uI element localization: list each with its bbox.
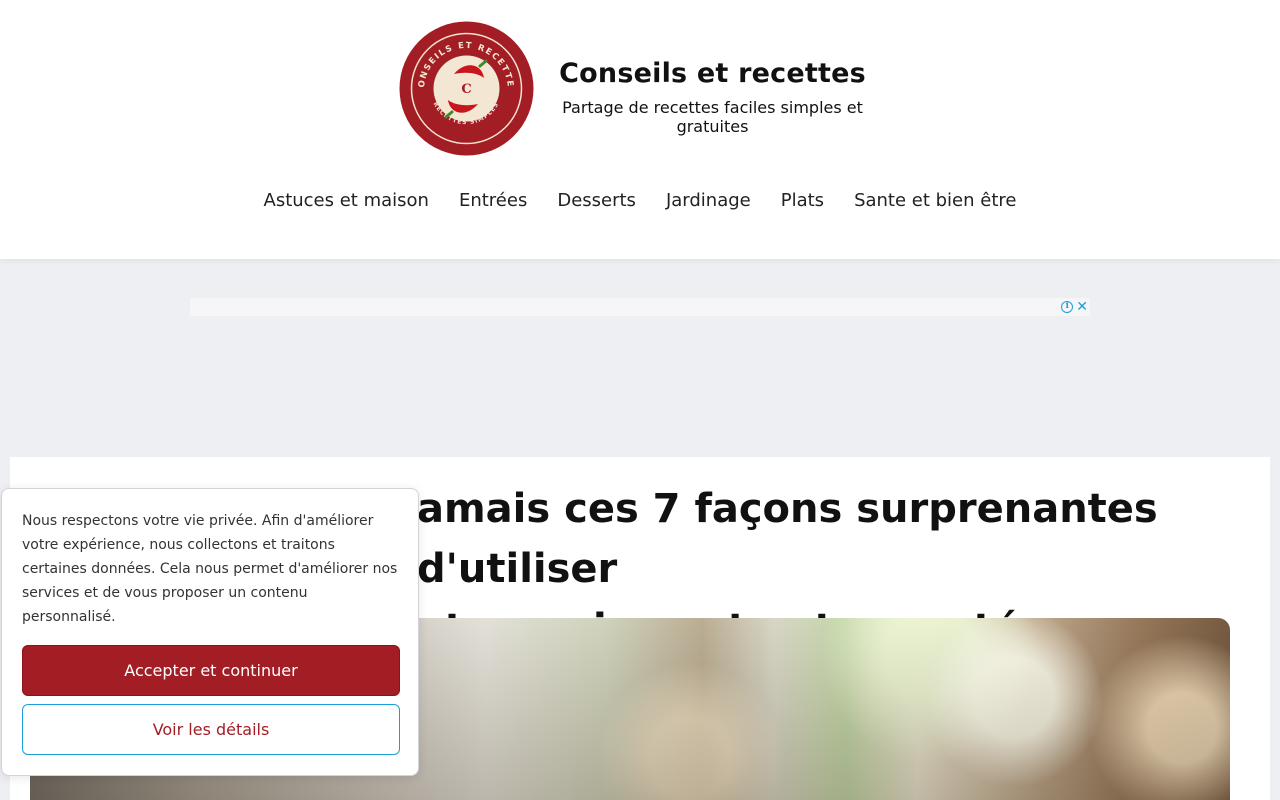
site-title[interactable]: Conseils et recettes: [540, 58, 885, 89]
nav-item-desserts[interactable]: Desserts: [557, 188, 636, 213]
details-button[interactable]: Voir les détails: [22, 704, 400, 755]
cookie-consent-dialog: Nous respectons votre vie privée. Afin d…: [1, 488, 419, 776]
svg-text:C: C: [461, 82, 471, 97]
ad-controls: i ✕: [1061, 298, 1088, 316]
close-icon[interactable]: ✕: [1076, 300, 1088, 314]
chili-pepper-logo-icon: CONSEILS ET RECETTES RECETTES SIMPLES C: [392, 13, 534, 156]
main-navigation: Astuces et maison Entrées Desserts Jardi…: [0, 188, 1280, 213]
ad-banner[interactable]: i ✕: [190, 298, 1090, 316]
nav-item-plats[interactable]: Plats: [781, 188, 824, 213]
info-icon[interactable]: i: [1061, 301, 1074, 313]
nav-item-jardinage[interactable]: Jardinage: [666, 188, 751, 213]
site-logo[interactable]: CONSEILS ET RECETTES RECETTES SIMPLES C: [392, 13, 537, 157]
nav-item-entrees[interactable]: Entrées: [459, 188, 527, 213]
nav-item-sante-et-bien-etre[interactable]: Sante et bien être: [854, 188, 1016, 213]
site-header: CONSEILS ET RECETTES RECETTES SIMPLES C …: [0, 0, 1280, 259]
nav-item-astuces-et-maison[interactable]: Astuces et maison: [264, 188, 429, 213]
consent-message: Nous respectons votre vie privée. Afin d…: [22, 513, 398, 625]
accept-button[interactable]: Accepter et continuer: [22, 645, 400, 696]
site-tagline: Partage de recettes faciles simples et g…: [562, 98, 863, 136]
